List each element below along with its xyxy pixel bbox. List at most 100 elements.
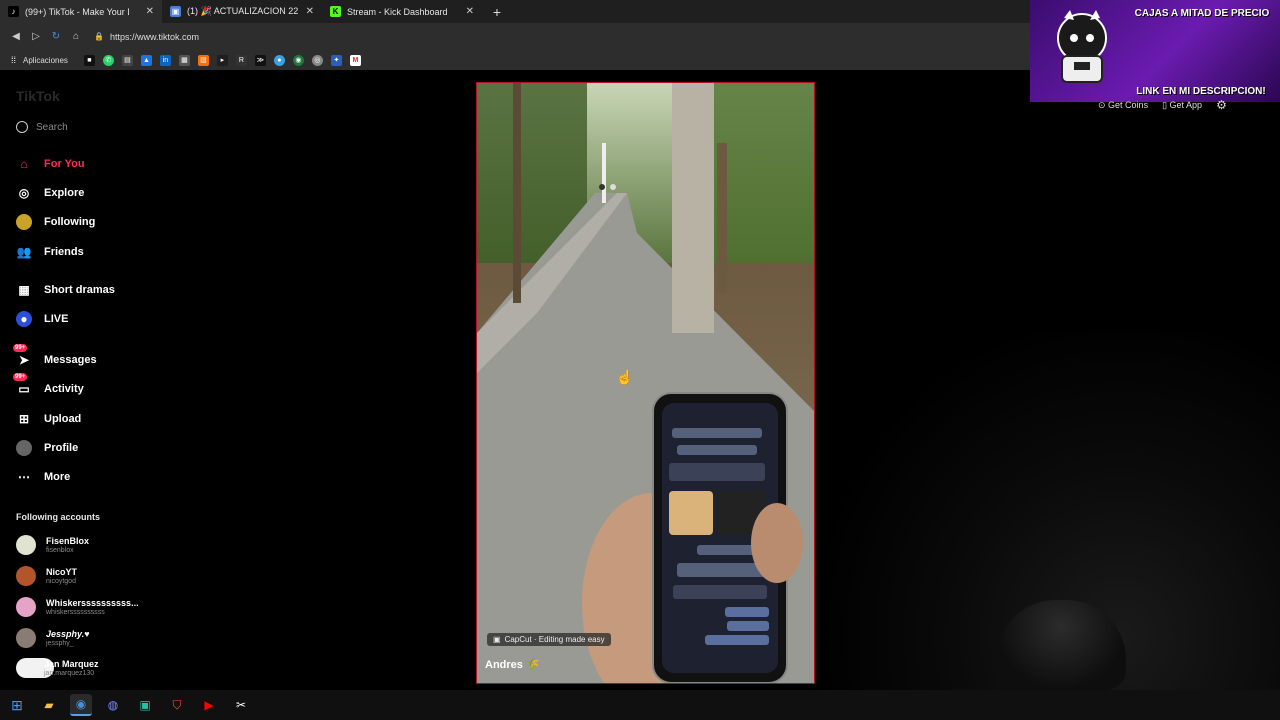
- following-avatar-icon: [16, 214, 32, 230]
- bookmark-icon[interactable]: ●: [273, 54, 285, 66]
- bookmark-icon[interactable]: ▦: [178, 54, 190, 66]
- bookmark-apps[interactable]: Aplicaciones: [23, 56, 68, 65]
- promo-banner: CAJAS A MITAD DE PRECIO LINK EN MI DESCR…: [1030, 0, 1280, 102]
- windows-taskbar: ⊞ ▰ ◉ ◍ ▣ ⛉ ▶ ✂: [0, 690, 1280, 720]
- tab-actualizacion[interactable]: ▣ (1) 🎉 ACTUALIZACION 22 🎉 ✕: [162, 0, 322, 23]
- account-item[interactable]: FisenBlox fisenblox: [16, 535, 89, 555]
- account-handle: nicoytgod: [46, 577, 76, 585]
- tab-kick[interactable]: K Stream - Kick Dashboard ✕: [322, 0, 482, 23]
- nav-short-dramas[interactable]: ▦ Short dramas: [16, 282, 115, 298]
- back-icon[interactable]: ◀: [6, 31, 26, 42]
- bookmark-icon[interactable]: ▤: [121, 54, 133, 66]
- windows-start-icon[interactable]: ⊞: [6, 694, 28, 716]
- bookmark-icon[interactable]: R: [235, 54, 247, 66]
- avatar: [16, 566, 36, 586]
- close-icon[interactable]: ✕: [146, 6, 154, 17]
- nav-label: Following: [44, 216, 96, 228]
- chrome-icon[interactable]: ◉: [70, 694, 92, 716]
- activity-icon: ▭ 99+: [13, 373, 30, 396]
- nav-for-you[interactable]: ⌂ For You: [16, 156, 85, 172]
- tab-title: (1) 🎉 ACTUALIZACION 22 🎉: [187, 6, 300, 16]
- bookmark-icon[interactable]: ◉: [292, 54, 304, 66]
- bookmark-icon[interactable]: ≫: [254, 54, 266, 66]
- account-item[interactable]: Jessphy.♥ jessphy_: [16, 628, 90, 648]
- tab-title: (99+) TikTok - Make Your Day: [25, 6, 129, 17]
- nav-label: For You: [44, 158, 85, 170]
- account-name: NicoYT: [46, 566, 78, 577]
- account-handle: fisenblox: [46, 546, 74, 554]
- messages-icon: ➤ 99+: [13, 344, 30, 367]
- compass-icon: ◎: [18, 186, 30, 200]
- search-field[interactable]: Search: [16, 121, 68, 133]
- search-icon: [16, 121, 28, 133]
- nav-label: Friends: [44, 246, 84, 258]
- url-text: https://www.tiktok.com: [109, 31, 199, 42]
- get-app-button[interactable]: ▯ Get App: [1162, 100, 1202, 111]
- upload-icon: ⊞: [18, 412, 30, 426]
- new-tab-button[interactable]: +: [482, 0, 512, 23]
- get-coins-button[interactable]: ⊙ Get Coins: [1098, 100, 1148, 111]
- account-handle: whiskerssssssssss: [46, 608, 105, 616]
- lock-icon: 🔒: [94, 32, 104, 41]
- home-icon: ⌂: [20, 157, 28, 171]
- forward-icon[interactable]: ▷: [26, 31, 46, 42]
- home-icon[interactable]: ⌂: [66, 31, 86, 42]
- account-name: FisenBlox: [46, 535, 90, 546]
- account-item[interactable]: NicoYT nicoytgod: [16, 566, 77, 586]
- youtube-icon[interactable]: ▶: [198, 694, 220, 716]
- search-placeholder: Search: [36, 121, 68, 133]
- avatar: [16, 597, 36, 617]
- get-app-label: Get App: [1169, 99, 1203, 110]
- account-item[interactable]: Whiskerssssssssss... whiskerssssssssss: [16, 597, 139, 617]
- bookmark-icon[interactable]: ▧: [197, 54, 209, 66]
- video-player[interactable]: ▣ CapCut · Editing made easy Andres 🌾: [476, 82, 815, 684]
- apps-grid-icon: ⁞⁞: [10, 55, 16, 65]
- bookmark-icon[interactable]: ▲: [140, 54, 152, 66]
- url-field[interactable]: 🔒 https://www.tiktok.com: [94, 32, 199, 42]
- nav-following[interactable]: Following: [16, 214, 95, 230]
- avatar: [16, 535, 36, 555]
- whatsapp-icon[interactable]: ✆: [102, 54, 114, 66]
- app-icon[interactable]: ◍: [102, 694, 124, 716]
- film-icon: ▦: [18, 283, 30, 297]
- settings-icon[interactable]: ⚙: [1216, 98, 1227, 112]
- nav-explore[interactable]: ◎ Explore: [16, 185, 85, 201]
- video-frame-image: [477, 83, 814, 683]
- nav-live[interactable]: ● LIVE: [16, 311, 68, 327]
- account-handle: jan.marquez130: [44, 669, 95, 677]
- nav-label: Messages: [44, 354, 97, 366]
- tiktok-sidebar: TikTok Search ⌂ For You ◎ Explore Follow…: [0, 70, 240, 690]
- close-icon[interactable]: ✕: [306, 6, 314, 17]
- nav-more[interactable]: ⋯ More: [16, 469, 70, 485]
- account-name: Whiskerssssssssss...: [46, 597, 139, 608]
- bookmark-icon[interactable]: ▸: [216, 54, 228, 66]
- app-icon[interactable]: ▣: [134, 694, 156, 716]
- kick-icon: K: [330, 6, 341, 17]
- nav-messages[interactable]: ➤ 99+ Messages: [13, 344, 97, 368]
- brave-icon[interactable]: ⛉: [166, 694, 188, 716]
- bookmark-icon[interactable]: ✦: [330, 54, 342, 66]
- video-author[interactable]: Andres 🌾: [485, 658, 540, 671]
- nav-profile[interactable]: Profile: [16, 440, 78, 456]
- nav-activity[interactable]: ▭ 99+ Activity: [13, 373, 84, 397]
- account-name: Jessphy.♥: [46, 628, 90, 639]
- file-explorer-icon[interactable]: ▰: [38, 694, 60, 716]
- capcut-icon[interactable]: ✂: [230, 694, 252, 716]
- close-icon[interactable]: ✕: [466, 6, 474, 17]
- tab-tiktok[interactable]: ♪ (99+) TikTok - Make Your Day ✕: [0, 0, 162, 23]
- bookmark-icon[interactable]: in: [159, 54, 171, 66]
- reload-icon[interactable]: ↻: [46, 31, 66, 42]
- gmail-icon[interactable]: M: [349, 54, 361, 66]
- promo-headline: CAJAS A MITAD DE PRECIO: [1134, 8, 1270, 19]
- capcut-badge[interactable]: ▣ CapCut · Editing made easy: [487, 633, 611, 646]
- nav-upload[interactable]: ⊞ Upload: [16, 411, 81, 427]
- account-item[interactable]: Jan Marquez jan.marquez130: [16, 658, 99, 678]
- nav-label: Short dramas: [44, 284, 115, 296]
- account-handle: jessphy_: [46, 639, 74, 647]
- bookmark-icon[interactable]: ◎: [311, 54, 323, 66]
- profile-icon: [16, 440, 32, 456]
- more-icon: ⋯: [18, 470, 30, 484]
- nav-friends[interactable]: 👥 Friends: [16, 244, 84, 260]
- tiktok-logo[interactable]: TikTok: [16, 88, 60, 104]
- bookmark-icon[interactable]: ■: [83, 54, 95, 66]
